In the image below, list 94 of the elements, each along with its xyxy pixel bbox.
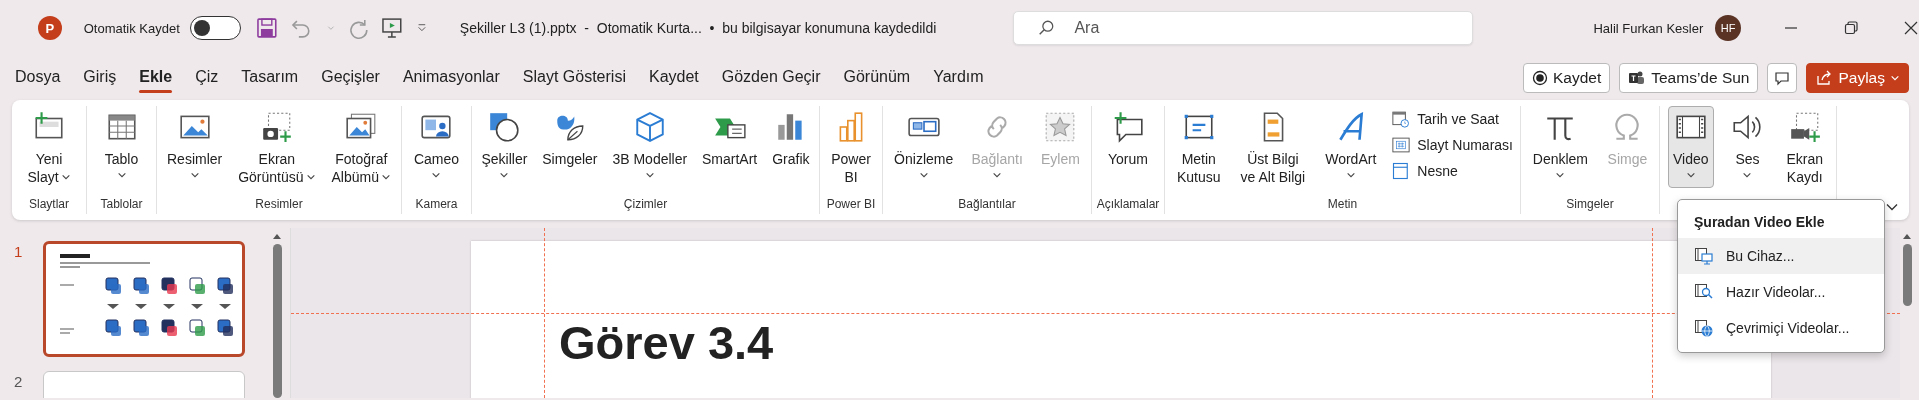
app-logo: P [38, 16, 62, 40]
close-icon[interactable] [1902, 20, 1919, 36]
ribbon-button[interactable]: Ekran Kaydı [1781, 106, 1828, 191]
ribbon-button[interactable]: Yeni Slayt [22, 106, 76, 191]
group-label: Slaytlar [29, 197, 69, 211]
scrollbar-thumb[interactable] [272, 244, 282, 398]
ribbon-tab[interactable]: Tasarım [241, 62, 311, 94]
group-label: Bağlantılar [958, 197, 1016, 211]
menu-heading: Şuradan Video Ekle [1693, 213, 1826, 232]
group-label: Metin [1327, 197, 1358, 211]
ribbon-tab[interactable]: Çiz [195, 62, 231, 94]
group-label: Kamera [415, 197, 458, 211]
autosave-toggle[interactable] [189, 16, 242, 40]
number-frame-icon [1391, 135, 1412, 155]
group-label: Power BI [826, 197, 876, 211]
slide-title: Görev 3.4 [559, 316, 774, 370]
calendar-clock-icon [1391, 109, 1412, 129]
ribbon-button[interactable]: Ekran Görüntüsü [233, 106, 321, 191]
ribbon-button[interactable]: Metin Kutusu [1172, 106, 1226, 191]
menu-item[interactable]: Bu Cihaz... [1678, 238, 1884, 274]
presentation-icon[interactable] [380, 16, 404, 40]
caret-icon [1685, 170, 1696, 180]
record-icon [1531, 70, 1548, 86]
ribbon-button[interactable]: Resimler [162, 106, 228, 188]
ribbon-button[interactable]: Fotoğraf Albümü [326, 106, 396, 191]
ribbon-tab[interactable]: Giriş [83, 62, 129, 94]
ribbon-button[interactable]: WordArt [1320, 106, 1382, 188]
autosave-label: Otomatik Kaydet [83, 20, 180, 36]
record-button[interactable]: Kaydet [1522, 63, 1611, 93]
menu-item[interactable]: Çevrimiçi Videolar... [1678, 310, 1884, 346]
caret-icon [60, 172, 71, 182]
save-icon[interactable] [255, 16, 280, 40]
ribbon-button[interactable]: 3B Modeller [607, 106, 693, 188]
caret-icon [1555, 170, 1566, 180]
ribbon-button[interactable]: SmartArt [697, 106, 763, 188]
caret-icon [1742, 170, 1753, 180]
ribbon-tab[interactable]: Kaydet [648, 62, 711, 94]
ribbon-tab[interactable]: Geçişler [321, 62, 392, 94]
caret-icon [499, 170, 510, 180]
people-icon [1628, 70, 1647, 86]
ribbon-tab[interactable]: Dosya [15, 62, 73, 94]
caret-icon [918, 170, 929, 180]
menu-item[interactable]: Hazır Videolar... [1678, 274, 1884, 310]
ribbon-button[interactable]: Önizleme [889, 106, 959, 188]
search-icon [1037, 19, 1056, 37]
restore-icon[interactable] [1842, 20, 1859, 36]
ribbon-tab[interactable]: Yardım [933, 62, 996, 94]
ribbon-button[interactable]: Denklem [1527, 106, 1593, 188]
ribbon-tab[interactable]: Ekle [139, 62, 185, 94]
ribbon-button[interactable]: Üst Bilgi ve Alt Bilgi [1235, 106, 1311, 191]
slide-number: 1 [13, 242, 24, 260]
ribbon-tab[interactable]: Animasyonlar [402, 62, 512, 94]
caret-icon [1890, 73, 1900, 83]
ribbon-button[interactable]: Simgeler [537, 106, 603, 188]
group-label: Resimler [255, 197, 303, 211]
user-name: Halil Furkan Kesler [1593, 20, 1704, 36]
ribbon-button[interactable]: Slayt Numarası [1391, 134, 1513, 156]
caret-icon [992, 170, 1003, 180]
caret-icon [381, 172, 391, 182]
caret-icon [1345, 170, 1356, 180]
document-title: Şekiller L3 (1).pptx - Otomatik Kurta... • bu bilgisayar konumuna kaydedildi [459, 20, 938, 36]
ribbon-button[interactable]: Power BI [826, 106, 876, 191]
ribbon-button[interactable]: Cameo [408, 106, 465, 188]
comment-icon [1774, 70, 1791, 86]
caret-icon [116, 170, 127, 180]
group-label: Simgeler [1566, 197, 1614, 211]
ribbon-button[interactable]: Şekiller [476, 106, 533, 188]
caret-icon [305, 172, 316, 182]
slide-number: 2 [13, 372, 24, 390]
caret-icon [644, 170, 655, 180]
caret-icon [431, 170, 442, 180]
avatar[interactable]: HF [1715, 15, 1741, 41]
ribbon-button[interactable]: Video [1667, 106, 1714, 188]
ribbon-tab[interactable]: Gözden Geçir [721, 62, 833, 94]
group-label: Açıklamalar [1096, 197, 1160, 211]
ribbon-button[interactable]: Ses [1725, 106, 1770, 188]
scrollbar-thumb[interactable] [1902, 244, 1912, 306]
ribbon-tab[interactable]: Görünüm [843, 62, 923, 94]
search-field[interactable]: Ara [1013, 11, 1474, 45]
ribbon-button[interactable]: Tablo [99, 106, 144, 188]
film-globe-icon [1694, 318, 1714, 338]
present-in-teams-button[interactable]: Teams’de Sun [1619, 63, 1759, 93]
caret-icon [189, 170, 200, 180]
ribbon-button[interactable]: Yorum [1103, 106, 1153, 188]
shapes-icon [487, 110, 522, 144]
ribbon-button[interactable]: Tarih ve Saat [1391, 108, 1513, 130]
comments-button[interactable] [1767, 63, 1798, 93]
share-button[interactable]: Paylaş [1806, 63, 1909, 93]
film-monitor-icon [1694, 246, 1714, 266]
group-label: Çizimler [623, 197, 668, 211]
group-label: Tablolar [100, 197, 143, 211]
ribbon-tab[interactable]: Slayt Gösterisi [522, 62, 638, 94]
ribbon-button[interactable]: Nesne [1391, 160, 1513, 182]
ribbon-button[interactable]: Grafik [767, 106, 815, 188]
